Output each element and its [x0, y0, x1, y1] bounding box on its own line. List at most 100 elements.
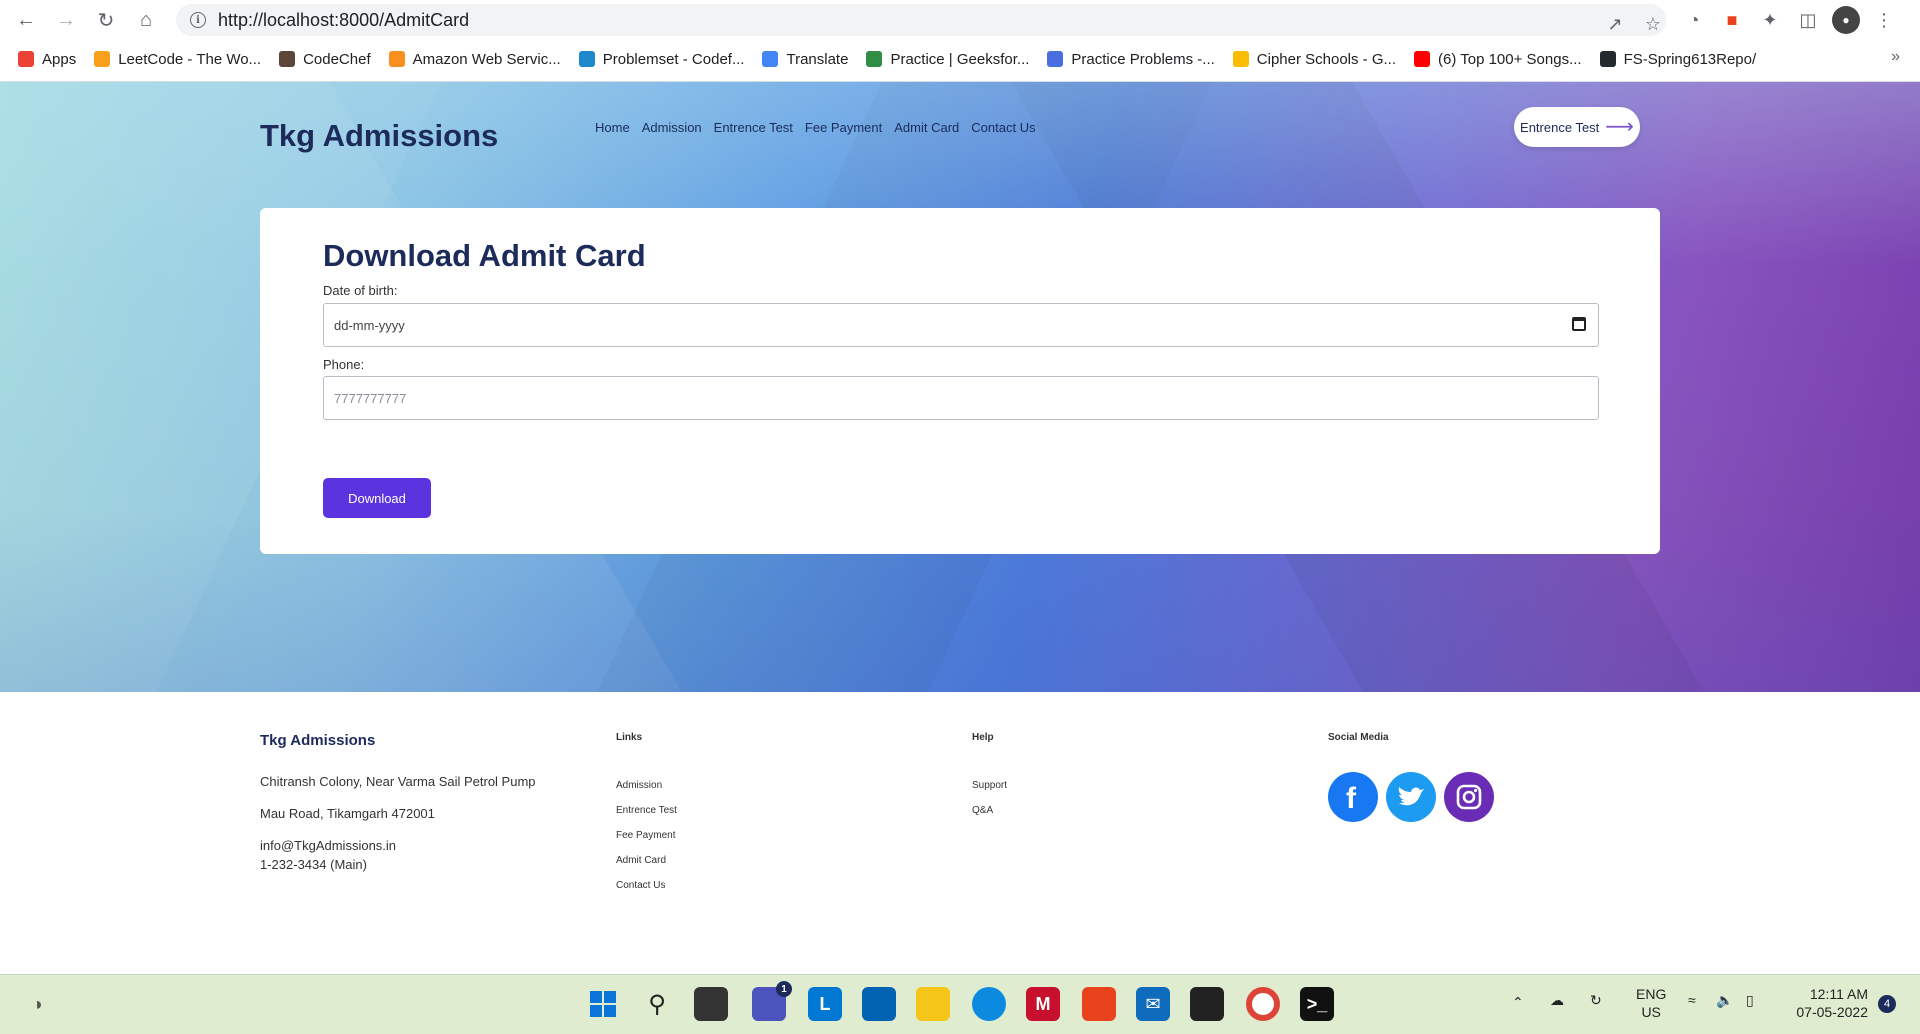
- bookmark-favicon-icon: [388, 51, 405, 67]
- clock-time: 12:11 AM: [1809, 986, 1868, 1002]
- forward-icon[interactable]: →: [52, 6, 80, 34]
- reload-icon[interactable]: ↻: [92, 6, 120, 34]
- instagram-icon[interactable]: [1444, 772, 1494, 822]
- sync-icon[interactable]: ↻: [1590, 991, 1602, 1009]
- nav-admission[interactable]: Admission: [642, 120, 702, 135]
- footer-link-admit-card[interactable]: Admit Card: [616, 855, 666, 866]
- chrome-icon[interactable]: [1246, 987, 1280, 1021]
- share-icon[interactable]: ↗: [1602, 11, 1628, 37]
- site-brand[interactable]: Tkg Admissions: [260, 118, 498, 154]
- bookmarks-bar: Apps LeetCode - The Wo... CodeChef Amazon W…: [0, 44, 1920, 74]
- download-button[interactable]: Download: [323, 478, 431, 518]
- nav-fee-payment[interactable]: Fee Payment: [805, 120, 882, 135]
- bookmark-label: CodeChef: [303, 50, 371, 68]
- nav-entrence-test[interactable]: Entrence Test: [714, 120, 793, 135]
- site-info-icon[interactable]: i: [190, 12, 206, 28]
- phone-input[interactable]: 7777777777: [323, 376, 1599, 420]
- admit-card-form: Download Admit Card Date of birth: dd-mm…: [260, 208, 1660, 554]
- clock[interactable]: 12:11 AM 07-05-2022: [1796, 985, 1868, 1021]
- mcafee-icon[interactable]: M: [1026, 987, 1060, 1021]
- footer-links-title: Links: [616, 732, 643, 743]
- battery-icon[interactable]: ▯: [1746, 991, 1754, 1009]
- home-icon[interactable]: ⌂: [132, 6, 160, 34]
- entrence-test-button[interactable]: Entrence Test ⟶: [1514, 107, 1640, 147]
- bookmark-favicon-icon: [18, 51, 34, 67]
- entrence-test-label: Entrence Test: [1520, 119, 1600, 135]
- twitter-icon[interactable]: [1386, 772, 1436, 822]
- arrow-right-icon: ⟶: [1605, 116, 1634, 138]
- bookmark-favicon-icon: [578, 51, 595, 67]
- url-text[interactable]: http://localhost:8000/AdmitCard: [218, 10, 469, 31]
- bookmark-label: LeetCode - The Wo...: [118, 50, 262, 68]
- footer: Tkg Admissions Chitransh Colony, Near Va…: [0, 692, 1920, 974]
- clock-date: 07-05-2022: [1796, 1004, 1868, 1020]
- bookmark-favicon-icon: [1414, 51, 1430, 67]
- bookmark-item[interactable]: CodeChef: [279, 51, 371, 68]
- side-panel-icon[interactable]: ◫: [1794, 6, 1822, 34]
- facebook-icon[interactable]: f: [1328, 772, 1378, 822]
- footer-link-fee-payment[interactable]: Fee Payment: [616, 830, 675, 841]
- teams-icon[interactable]: 1: [752, 981, 792, 1021]
- nav-home[interactable]: Home: [595, 120, 630, 135]
- l-app-icon[interactable]: L: [808, 987, 842, 1021]
- weather-widget-icon[interactable]: ◑: [20, 987, 54, 1021]
- bookmark-star-icon[interactable]: ☆: [1640, 11, 1666, 37]
- footer-link-support[interactable]: Support: [972, 780, 1007, 791]
- footer-link-contact-us[interactable]: Contact Us: [616, 880, 665, 891]
- start-icon[interactable]: [586, 987, 620, 1021]
- back-icon[interactable]: ←: [12, 6, 40, 34]
- profile-avatar-icon[interactable]: ●: [1832, 6, 1860, 34]
- footer-link-admission[interactable]: Admission: [616, 780, 662, 791]
- sticky-notes-icon[interactable]: [1190, 987, 1224, 1021]
- footer-link-entrence-test[interactable]: Entrence Test: [616, 805, 677, 816]
- bookmark-item[interactable]: FS-Spring613Repo/: [1599, 50, 1757, 68]
- svg-text:f: f: [1346, 782, 1357, 812]
- file-explorer-icon[interactable]: [916, 987, 950, 1021]
- extensions-puzzle-icon[interactable]: ✦: [1756, 6, 1784, 34]
- calendar-icon[interactable]: [1572, 317, 1586, 331]
- bookmark-item[interactable]: Cipher Schools - G...: [1232, 50, 1396, 68]
- nav-contact-us[interactable]: Contact Us: [971, 120, 1035, 135]
- notifications-badge[interactable]: 4: [1878, 995, 1896, 1013]
- extension-activity-icon[interactable]: ◔: [1680, 6, 1708, 34]
- language-indicator[interactable]: ENG US: [1636, 985, 1666, 1021]
- bookmark-favicon-icon: [94, 51, 111, 67]
- bookmark-item[interactable]: Practice | Geeksfor...: [866, 51, 1029, 68]
- bookmark-label: Cipher Schools - G...: [1256, 50, 1396, 68]
- dob-input[interactable]: dd-mm-yyyy: [323, 303, 1599, 347]
- bookmark-item[interactable]: Practice Problems -...: [1047, 50, 1215, 68]
- address-bar[interactable]: i http://localhost:8000/AdmitCard ↗ ☆: [176, 4, 1666, 36]
- bookmark-item[interactable]: Amazon Web Servic...: [388, 51, 561, 68]
- bookmark-favicon-icon: [1232, 51, 1249, 67]
- onedrive-icon[interactable]: ☁: [1550, 991, 1564, 1009]
- bookmarks-overflow-button[interactable]: »: [1891, 48, 1900, 66]
- footer-address-line2: Mau Road, Tikamgarh 472001: [260, 806, 435, 821]
- store-icon[interactable]: [862, 987, 896, 1021]
- footer-email[interactable]: info@TkgAdmissions.in: [260, 838, 396, 853]
- terminal-icon[interactable]: >_: [1300, 987, 1334, 1021]
- office-icon[interactable]: [1082, 987, 1116, 1021]
- footer-link-qa[interactable]: Q&A: [972, 805, 993, 816]
- edge-icon[interactable]: [972, 987, 1006, 1021]
- mail-icon[interactable]: ✉: [1136, 987, 1170, 1021]
- tray-overflow-icon[interactable]: ⌃: [1512, 993, 1524, 1011]
- menu-kebab-icon[interactable]: ⋮: [1870, 6, 1898, 34]
- bookmark-label: Practice | Geeksfor...: [890, 50, 1030, 68]
- bookmark-favicon-icon: [866, 51, 883, 67]
- search-icon[interactable]: ⚲: [640, 987, 674, 1021]
- bookmark-item[interactable]: Problemset - Codef...: [578, 51, 744, 68]
- office-extension-icon[interactable]: ■: [1718, 6, 1746, 34]
- nav-admit-card[interactable]: Admit Card: [894, 120, 959, 135]
- footer-social-title: Social Media: [1328, 732, 1389, 743]
- task-view-icon[interactable]: [694, 987, 728, 1021]
- bookmark-favicon-icon: [762, 51, 779, 67]
- bookmark-item[interactable]: LeetCode - The Wo...: [94, 51, 261, 68]
- bookmark-label: FS-Spring613Repo/: [1623, 50, 1757, 68]
- bookmark-item[interactable]: Apps: [18, 51, 76, 68]
- bookmark-favicon-icon: [1047, 51, 1064, 67]
- wifi-icon[interactable]: ≈: [1688, 991, 1696, 1009]
- bookmark-item[interactable]: Translate: [762, 51, 848, 68]
- volume-icon[interactable]: 🔈: [1716, 991, 1733, 1009]
- bookmark-item[interactable]: (6) Top 100+ Songs...: [1414, 51, 1582, 68]
- bookmark-label: Practice Problems -...: [1071, 50, 1215, 68]
